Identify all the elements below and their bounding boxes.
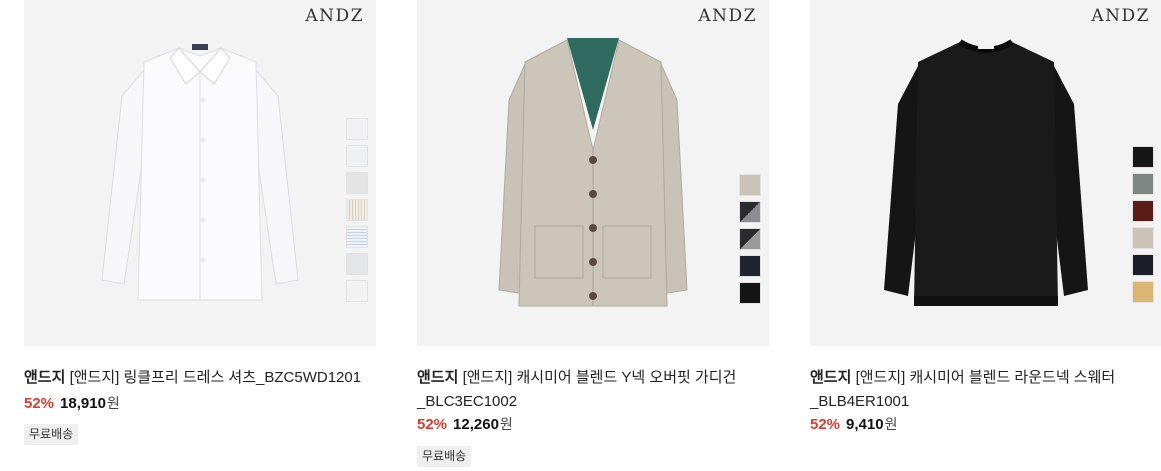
color-swatch[interactable] bbox=[1132, 254, 1154, 276]
color-swatch[interactable] bbox=[1132, 281, 1154, 303]
color-swatches bbox=[346, 118, 368, 302]
discount-rate: 52% bbox=[24, 395, 55, 412]
color-swatch[interactable] bbox=[1132, 200, 1154, 222]
seller-name: 앤드지 bbox=[417, 369, 459, 386]
color-swatch[interactable] bbox=[346, 118, 368, 140]
sale-price: 9,410 bbox=[846, 416, 884, 433]
product-title[interactable]: 앤드지 [앤드지] 캐시미어 블렌드 Y넥 오버핏 가디건_BLC3EC1002 bbox=[417, 366, 773, 414]
currency-unit: 원 bbox=[884, 416, 898, 432]
price-row: 52% 18,910원 bbox=[24, 392, 120, 415]
color-swatch[interactable] bbox=[739, 282, 761, 304]
product-name: [앤드지] 캐시미어 블렌드 Y넥 오버핏 가디건_BLC3EC1002 bbox=[417, 369, 737, 410]
color-swatch[interactable] bbox=[1132, 227, 1154, 249]
color-swatches bbox=[739, 174, 761, 304]
product-card[interactable]: ANDZ 앤드지 bbox=[24, 0, 376, 471]
price-row: 52% 12,260원 bbox=[417, 413, 513, 436]
price-row: 52% 9,410원 bbox=[810, 413, 897, 436]
seller-name: 앤드지 bbox=[810, 369, 852, 386]
discount-rate: 52% bbox=[810, 416, 841, 433]
dress-shirt-illustration bbox=[101, 44, 299, 301]
color-swatch[interactable] bbox=[346, 199, 368, 221]
color-swatch[interactable] bbox=[739, 174, 761, 196]
product-title[interactable]: 앤드지 [앤드지] 캐시미어 블렌드 라운드넥 스웨터_BLB4ER1001 bbox=[810, 366, 1161, 414]
color-swatch[interactable] bbox=[346, 226, 368, 248]
product-name: [앤드지] 링클프리 드레스 셔츠_BZC5WD1201 bbox=[69, 369, 362, 386]
color-swatch[interactable] bbox=[739, 228, 761, 250]
color-swatch[interactable] bbox=[346, 253, 368, 275]
color-swatch[interactable] bbox=[739, 255, 761, 277]
product-card[interactable]: ANDZ 앤드지 bbox=[417, 0, 769, 471]
product-image[interactable]: ANDZ bbox=[417, 0, 769, 346]
product-image[interactable]: ANDZ bbox=[810, 0, 1161, 346]
color-swatch[interactable] bbox=[739, 201, 761, 223]
currency-unit: 원 bbox=[499, 416, 513, 432]
sale-price: 18,910 bbox=[60, 395, 106, 412]
product-title[interactable]: 앤드지 [앤드지] 링클프리 드레스 셔츠_BZC5WD1201 bbox=[24, 366, 380, 390]
color-swatch[interactable] bbox=[1132, 146, 1154, 168]
color-swatch[interactable] bbox=[346, 280, 368, 302]
sweater-illustration bbox=[884, 39, 1088, 306]
seller-name: 앤드지 bbox=[24, 369, 66, 386]
product-image[interactable]: ANDZ bbox=[24, 0, 376, 346]
color-swatch[interactable] bbox=[346, 145, 368, 167]
sale-price: 12,260 bbox=[453, 416, 499, 433]
color-swatch[interactable] bbox=[346, 172, 368, 194]
free-shipping-badge: 무료배송 bbox=[417, 446, 472, 467]
discount-rate: 52% bbox=[417, 416, 448, 433]
cardigan-illustration bbox=[498, 38, 688, 307]
color-swatches bbox=[1132, 146, 1154, 303]
color-swatch[interactable] bbox=[1132, 173, 1154, 195]
product-card[interactable]: ANDZ 앤드지 [앤드지] 캐시미어 블렌드 라운드넥 스웨터_BLB4ER1… bbox=[810, 0, 1161, 471]
free-shipping-badge: 무료배송 bbox=[24, 424, 79, 445]
currency-unit: 원 bbox=[106, 395, 120, 411]
product-name: [앤드지] 캐시미어 블렌드 라운드넥 스웨터_BLB4ER1001 bbox=[810, 369, 1116, 410]
